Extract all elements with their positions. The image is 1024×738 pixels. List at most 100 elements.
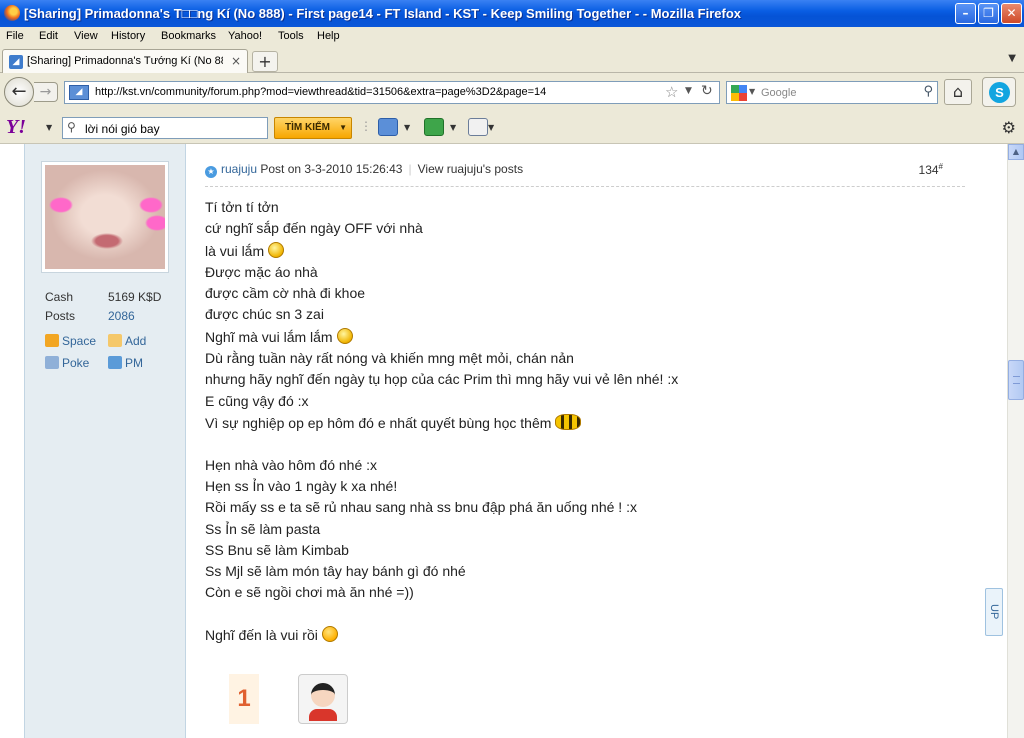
menu-tools[interactable]: Tools: [278, 30, 304, 42]
scroll-up-arrow-icon[interactable]: ▲: [1008, 144, 1024, 160]
bookmark-star-icon[interactable]: ☆: [665, 83, 678, 101]
add-friend-link[interactable]: Add: [108, 334, 146, 348]
menu-history[interactable]: History: [111, 30, 145, 42]
site-identity-icon[interactable]: ◢: [69, 85, 89, 100]
home-button[interactable]: ⌂: [944, 79, 972, 105]
post-line: Hẹn ss Ỉn vào 1 ngày k xa nhé!: [205, 478, 397, 494]
envelope-icon: [108, 356, 122, 369]
pages-dropdown-icon[interactable]: ▼: [488, 123, 494, 132]
maximize-button[interactable]: ❐: [978, 3, 999, 24]
yahoo-search-value[interactable]: lời nói gió bay: [85, 122, 160, 136]
forward-button[interactable]: →: [34, 82, 58, 102]
line-text: Hẹn nhà vào hôm đó nhé :x: [205, 457, 378, 473]
add-label: Add: [125, 334, 147, 348]
post-line: nhưng hãy nghĩ đến ngày tụ họp của các P…: [205, 371, 678, 387]
menu-file[interactable]: File: [6, 30, 24, 42]
tab-close-icon[interactable]: ×: [231, 54, 241, 68]
line-text: E cũng vậy đó :x: [205, 393, 309, 409]
cartoon-avatar-badge[interactable]: [298, 674, 348, 724]
header-divider: |: [408, 162, 412, 176]
yahoo-logo[interactable]: Y!: [6, 116, 26, 139]
user-sidebar: Cash 5169 K$D Posts 2086 Space Add Poke …: [24, 144, 186, 738]
menu-bookmarks[interactable]: Bookmarks: [161, 30, 216, 42]
search-icon: ⚲: [67, 120, 76, 134]
stat-value-link[interactable]: 2086: [108, 309, 135, 323]
tab-list-icon[interactable]: ▼: [1008, 53, 1016, 64]
post-line: Rồi mấy ss e ta sẽ rủ nhau sang nhà ss b…: [205, 499, 637, 515]
window-title: [Sharing] Primadonna's T□□ng Kí (No 888)…: [24, 6, 742, 21]
post-author-link[interactable]: ruajuju: [221, 162, 257, 176]
medal-badge[interactable]: 1: [229, 674, 259, 724]
post-line: Được mặc áo nhà: [205, 264, 318, 280]
yahoo-menu-dropdown-icon[interactable]: ▼: [46, 123, 52, 132]
tab-active[interactable]: ◢ [Sharing] Primadonna's Tướng Kí (No 88…: [2, 49, 248, 73]
line-text: Dù rằng tuần này rất nóng và khiến mng m…: [205, 350, 574, 366]
line-text: Còn e sẽ ngồi chơi mà ăn nhé =)): [205, 584, 414, 600]
toolbar-grip-icon[interactable]: ⋮: [360, 119, 372, 133]
floor-mark: #: [938, 162, 943, 171]
pm-link[interactable]: PM: [108, 356, 143, 370]
bee-emoji-icon: [555, 414, 582, 430]
handshake-icon: [108, 334, 122, 347]
google-engine-icon[interactable]: [731, 85, 747, 101]
menu-help[interactable]: Help: [317, 30, 340, 42]
web-search-box[interactable]: ▼ Google ⚲: [726, 81, 938, 104]
post-line: Dù rằng tuần này rất nóng và khiến mng m…: [205, 350, 574, 366]
tab-label: [Sharing] Primadonna's Tướng Kí (No 888)…: [27, 55, 223, 67]
scroll-thumb[interactable]: [1008, 360, 1024, 400]
surprised-emoji-icon: [321, 626, 338, 642]
skype-button[interactable]: S: [982, 77, 1016, 107]
line-text: Được mặc áo nhà: [205, 264, 318, 280]
yahoo-search-button-label: TÌM KIẾM: [285, 122, 330, 133]
mail-icon[interactable]: [378, 118, 398, 136]
back-button[interactable]: ←: [4, 77, 34, 107]
url-text[interactable]: http://kst.vn/community/forum.php?mod=vi…: [95, 86, 546, 98]
post-line: Nghĩ mà vui lắm lắm: [205, 328, 353, 345]
floor-number: 134: [918, 163, 939, 177]
view-author-posts-link[interactable]: View ruajuju's posts: [418, 162, 523, 176]
gear-icon[interactable]: ⚙: [1002, 118, 1016, 137]
poke-link[interactable]: Poke: [45, 356, 89, 370]
line-text: SS Bnu sẽ làm Kimbab: [205, 542, 349, 558]
page-content: Cash 5169 K$D Posts 2086 Space Add Poke …: [0, 144, 1007, 738]
reload-icon[interactable]: ↻: [701, 83, 713, 99]
line-text: Hẹn ss Ỉn vào 1 ngày k xa nhé!: [205, 478, 398, 494]
yahoo-search-button[interactable]: TÌM KIẾM ▼: [274, 117, 352, 139]
vertical-scrollbar[interactable]: ▲: [1007, 144, 1024, 738]
line-text: Vì sự nghiệp op ep hôm đó e nhất quyết b…: [205, 415, 552, 431]
menu-yahoo[interactable]: Yahoo!: [228, 30, 262, 42]
line-text: Ss Mjl sẽ làm món tây hay bánh gì đó nhé: [205, 563, 466, 579]
avatar-image[interactable]: [45, 165, 165, 269]
post-line: Hẹn nhà vào hôm đó nhé :x: [205, 457, 377, 473]
avatar[interactable]: [41, 161, 169, 273]
pages-icon[interactable]: [468, 118, 488, 136]
menu-view[interactable]: View: [74, 30, 98, 42]
post-line: Tí tởn tí tởn: [205, 199, 279, 215]
close-window-button[interactable]: ✕: [1001, 3, 1022, 24]
post-header: ★ ruajuju Post on 3-3-2010 15:26:43 | View …: [205, 162, 965, 178]
back-to-top-button[interactable]: UP: [985, 588, 1003, 636]
engine-dropdown-icon[interactable]: ▼: [749, 87, 755, 96]
minimize-button[interactable]: –: [955, 3, 976, 24]
line-text: Ss Ỉn sẽ làm pasta: [205, 521, 321, 537]
post: ★ ruajuju Post on 3-3-2010 15:26:43 | View …: [187, 144, 983, 738]
space-link[interactable]: Space: [45, 334, 96, 348]
poke-icon: [45, 356, 59, 369]
mail-dropdown-icon[interactable]: ▼: [404, 123, 410, 132]
widgets-icon[interactable]: [424, 118, 444, 136]
post-floor-number[interactable]: 134#: [919, 162, 943, 177]
menu-edit[interactable]: Edit: [39, 30, 58, 42]
left-gutter: [0, 144, 24, 738]
post-line: E cũng vậy đó :x: [205, 393, 309, 409]
site-favicon-icon: ◢: [9, 55, 23, 69]
address-bar[interactable]: ◢ http://kst.vn/community/forum.php?mod=…: [64, 81, 720, 104]
url-dropdown-icon[interactable]: ▼: [685, 86, 692, 96]
widgets-dropdown-icon[interactable]: ▼: [450, 123, 456, 132]
line-text: Rồi mấy ss e ta sẽ rủ nhau sang nhà ss b…: [205, 499, 637, 515]
new-tab-button[interactable]: +: [252, 51, 278, 72]
chevron-down-icon[interactable]: ▼: [339, 118, 347, 138]
window-titlebar: [Sharing] Primadonna's T□□ng Kí (No 888)…: [0, 0, 1024, 27]
yahoo-search-input[interactable]: ⚲ lời nói gió bay: [62, 117, 268, 139]
skype-icon: S: [989, 82, 1010, 103]
search-icon[interactable]: ⚲: [923, 84, 933, 99]
